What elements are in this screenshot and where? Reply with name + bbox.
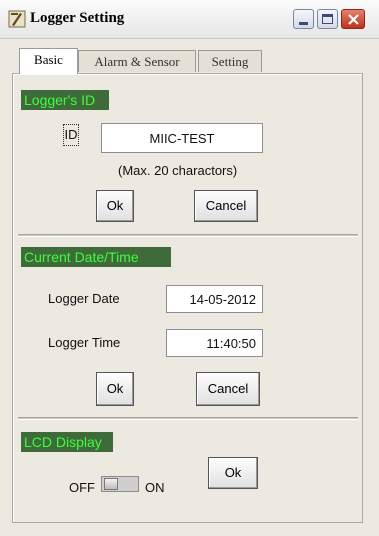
maximize-icon xyxy=(322,14,333,24)
datetime-cancel-button[interactable]: Cancel xyxy=(196,372,260,406)
lcd-on-label: ON xyxy=(145,480,165,495)
lcd-off-label: OFF xyxy=(69,480,95,495)
section-divider xyxy=(18,234,358,237)
title-bar: Logger Setting xyxy=(0,0,379,39)
minimize-button[interactable] xyxy=(293,9,314,29)
datetime-section-title: Current Date/Time xyxy=(21,247,171,267)
id-max-length-hint: (Max. 20 charactors) xyxy=(118,163,238,178)
logger-id-input[interactable] xyxy=(101,123,263,153)
logger-date-label: Logger Date xyxy=(48,291,120,306)
tab-alarm-sensor[interactable]: Alarm & Sensor xyxy=(78,50,196,72)
id-label: ID xyxy=(63,124,79,146)
close-button[interactable] xyxy=(341,9,365,29)
lcd-toggle-switch[interactable] xyxy=(101,476,139,492)
id-ok-button[interactable]: Ok xyxy=(96,190,134,222)
id-cancel-button[interactable]: Cancel xyxy=(194,190,258,222)
logger-app-icon xyxy=(8,10,26,28)
tab-setting[interactable]: Setting xyxy=(198,50,262,72)
logger-time-field[interactable] xyxy=(166,329,263,357)
datetime-ok-button[interactable]: Ok xyxy=(96,372,134,406)
window-title: Logger Setting xyxy=(30,10,125,26)
close-icon xyxy=(348,14,359,25)
lcd-ok-button[interactable]: Ok xyxy=(208,457,258,489)
lcd-section-title: LCD Display xyxy=(21,432,113,452)
section-divider xyxy=(18,417,358,420)
logger-time-label: Logger Time xyxy=(48,335,121,350)
maximize-button[interactable] xyxy=(317,9,338,29)
logger-id-section-title: Logger's ID xyxy=(21,90,109,110)
minimize-icon xyxy=(299,22,308,25)
tab-basic[interactable]: Basic xyxy=(19,48,78,74)
logger-date-field[interactable] xyxy=(166,285,263,313)
toggle-knob[interactable] xyxy=(104,478,118,490)
